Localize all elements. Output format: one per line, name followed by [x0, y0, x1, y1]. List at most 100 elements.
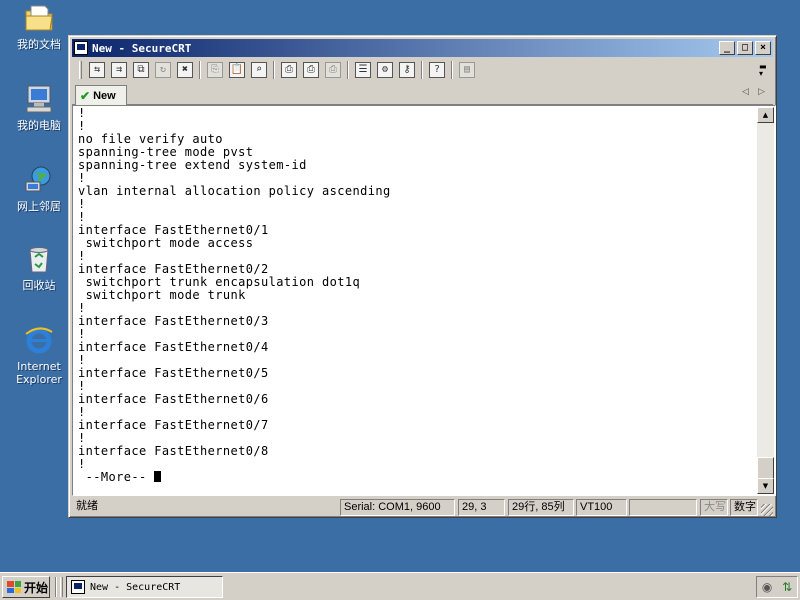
scroll-up-button[interactable]: ▲ — [757, 107, 774, 123]
desktop-icon-label: 网上邻居 — [17, 200, 61, 213]
toolbar: ⇆ ⇉ ⧉ ↻ ✖ ⎘ 📋 ⌕ ⎙ ⎙ ⎙ ☰ ⚙ ⚷? ▤ ▬ ▾ — [79, 59, 769, 81]
taskbar: 开始 New - SecureCRT ◉ ⇅ — [0, 572, 800, 600]
help-button[interactable]: ? — [426, 60, 448, 80]
securecrt-app-icon — [71, 580, 85, 594]
quick-connect-icon: ⇉ — [111, 62, 127, 78]
terminal-line: interface FastEthernet0/5 — [78, 366, 269, 380]
desktop-icon-label: 我的电脑 — [17, 119, 61, 132]
connect-button[interactable]: ⇆ — [86, 60, 108, 80]
more-prompt: --More-- — [78, 471, 391, 484]
desktop-icon-my-computer[interactable]: 我的电脑 — [6, 83, 72, 132]
more-prompt-text: --More-- — [78, 470, 155, 484]
connect-tab-button[interactable]: ⧉ — [130, 60, 152, 80]
session-options-button[interactable]: ☰ — [352, 60, 374, 80]
tray-audio-icon[interactable]: ◉ — [762, 580, 772, 594]
toolbar-grip[interactable] — [79, 61, 82, 79]
toolbar-separator — [199, 61, 201, 79]
taskbar-button-securecrt[interactable]: New - SecureCRT — [66, 576, 223, 598]
tab-scroll-left-icon[interactable]: ◁ — [742, 87, 749, 97]
global-options-button[interactable]: ⚙ — [374, 60, 396, 80]
connected-check-icon: ✔ — [80, 89, 91, 103]
status-caps-lock: 大写 — [700, 499, 728, 516]
toolbar-separator — [273, 61, 275, 79]
scroll-down-button[interactable]: ▼ — [757, 478, 774, 494]
status-connection: Serial: COM1, 9600 — [340, 499, 455, 516]
terminal-line: ! — [78, 107, 86, 120]
taskbar-separator — [55, 577, 57, 597]
paste-icon: 📋 — [229, 62, 245, 78]
help-icon: ? — [429, 62, 445, 78]
status-num-lock: 数字 — [730, 499, 758, 516]
copy-icon: ⎘ — [207, 62, 223, 78]
copy-button[interactable]: ⎘ — [204, 60, 226, 80]
sftp-icon: ▤ — [459, 62, 475, 78]
terminal-output: !! no file verify auto spanning-tree mode … — [78, 107, 391, 484]
terminal-line: ! — [78, 197, 86, 211]
print-button[interactable]: ⎙ — [278, 60, 300, 80]
terminal-line: switchport mode access — [78, 236, 254, 250]
paste-button[interactable]: 📋 — [226, 60, 248, 80]
keymap-button[interactable]: ⚷ — [396, 60, 418, 80]
terminal-scrollbar[interactable]: ▲ ▼ — [757, 107, 774, 494]
status-emulation: VT100 — [576, 499, 627, 516]
folder-icon — [23, 2, 55, 34]
terminal-view[interactable]: !! no file verify auto spanning-tree mode … — [72, 105, 776, 496]
reconnect-button[interactable]: ↻ — [152, 60, 174, 80]
windows-flag-icon — [7, 581, 21, 593]
global-options-icon: ⚙ — [377, 62, 393, 78]
start-button[interactable]: 开始 — [2, 576, 50, 598]
desktop-icon-label: 回收站 — [22, 279, 56, 292]
toolbar-separator — [451, 61, 453, 79]
desktop-icon-my-documents[interactable]: 我的文档 — [6, 2, 72, 51]
session-tab-bar: ✔ New ◁ ▷ — [72, 83, 773, 106]
session-options-icon: ☰ — [355, 62, 371, 78]
status-bar: 就绪 Serial: COM1, 9600 29, 3 29行, 85列 VT1… — [72, 498, 773, 516]
tab-new-session[interactable]: ✔ New — [75, 85, 127, 106]
scroll-thumb[interactable] — [757, 457, 774, 479]
start-label: 开始 — [24, 580, 49, 595]
resize-grip[interactable] — [761, 504, 773, 516]
toolbar-overflow-icon[interactable]: ▬ ▾ — [759, 63, 767, 78]
securecrt-window: New - SecureCRT _ □ × ⇆ ⇉ ⧉ ↻ ✖ ⎘ 📋 ⌕ ⎙ ⎙ ⎙ ☰ ⚙ ⚷? ▤ ▬ ▾… — [68, 35, 777, 518]
title-bar[interactable]: New - SecureCRT _ □ × — [72, 39, 773, 57]
print-setup-icon: ⎙ — [325, 62, 341, 78]
close-button[interactable]: × — [755, 41, 771, 55]
print-icon: ⎙ — [281, 62, 297, 78]
recycle-bin-icon — [23, 243, 55, 275]
status-terminal-size: 29行, 85列 — [508, 499, 574, 516]
find-icon: ⌕ — [251, 62, 267, 78]
network-globe-icon — [23, 164, 55, 196]
tray-network-icon[interactable]: ⇅ — [782, 580, 792, 594]
tab-scroll-right-icon[interactable]: ▷ — [758, 87, 765, 97]
terminal-cursor — [154, 471, 162, 482]
print-selection-button[interactable]: ⎙ — [300, 60, 322, 80]
desktop-icon-network[interactable]: 网上邻居 — [6, 164, 72, 213]
terminal-line: spanning-tree extend system-id — [78, 158, 307, 172]
status-cursor-position: 29, 3 — [458, 499, 505, 516]
disconnect-icon: ✖ — [177, 62, 193, 78]
print-setup-button[interactable]: ⎙ — [322, 60, 344, 80]
desktop-icon-recycle-bin[interactable]: 回收站 — [6, 243, 72, 292]
taskbar-button-label: New - SecureCRT — [90, 581, 181, 593]
connect-icon: ⇆ — [89, 62, 105, 78]
disconnect-button[interactable]: ✖ — [174, 60, 196, 80]
terminal-line: interface FastEthernet0/8 — [78, 444, 269, 458]
terminal-line: interface FastEthernet0/7 — [78, 418, 269, 432]
terminal-line: interface FastEthernet0/4 — [78, 340, 269, 354]
minimize-button[interactable]: _ — [719, 41, 735, 55]
system-tray: ◉ ⇅ — [756, 576, 798, 598]
window-title: New - SecureCRT — [92, 41, 192, 55]
print-selection-icon: ⎙ — [303, 62, 319, 78]
terminal-line: interface FastEthernet0/6 — [78, 392, 269, 406]
desktop-icon-internet-explorer[interactable]: Internet Explorer — [6, 324, 72, 386]
taskbar-grip[interactable] — [60, 577, 63, 597]
desktop-icon-label: Internet Explorer — [16, 360, 62, 386]
sftp-button[interactable]: ▤ — [456, 60, 478, 80]
keymap-icon: ⚷ — [399, 62, 415, 78]
terminal-line: switchport mode trunk — [78, 288, 246, 302]
quick-connect-button[interactable]: ⇉ — [108, 60, 130, 80]
terminal-line: interface FastEthernet0/3 — [78, 314, 269, 328]
terminal-screen[interactable]: !! no file verify auto spanning-tree mode … — [74, 107, 757, 494]
find-button[interactable]: ⌕ — [248, 60, 270, 80]
maximize-button[interactable]: □ — [737, 41, 753, 55]
